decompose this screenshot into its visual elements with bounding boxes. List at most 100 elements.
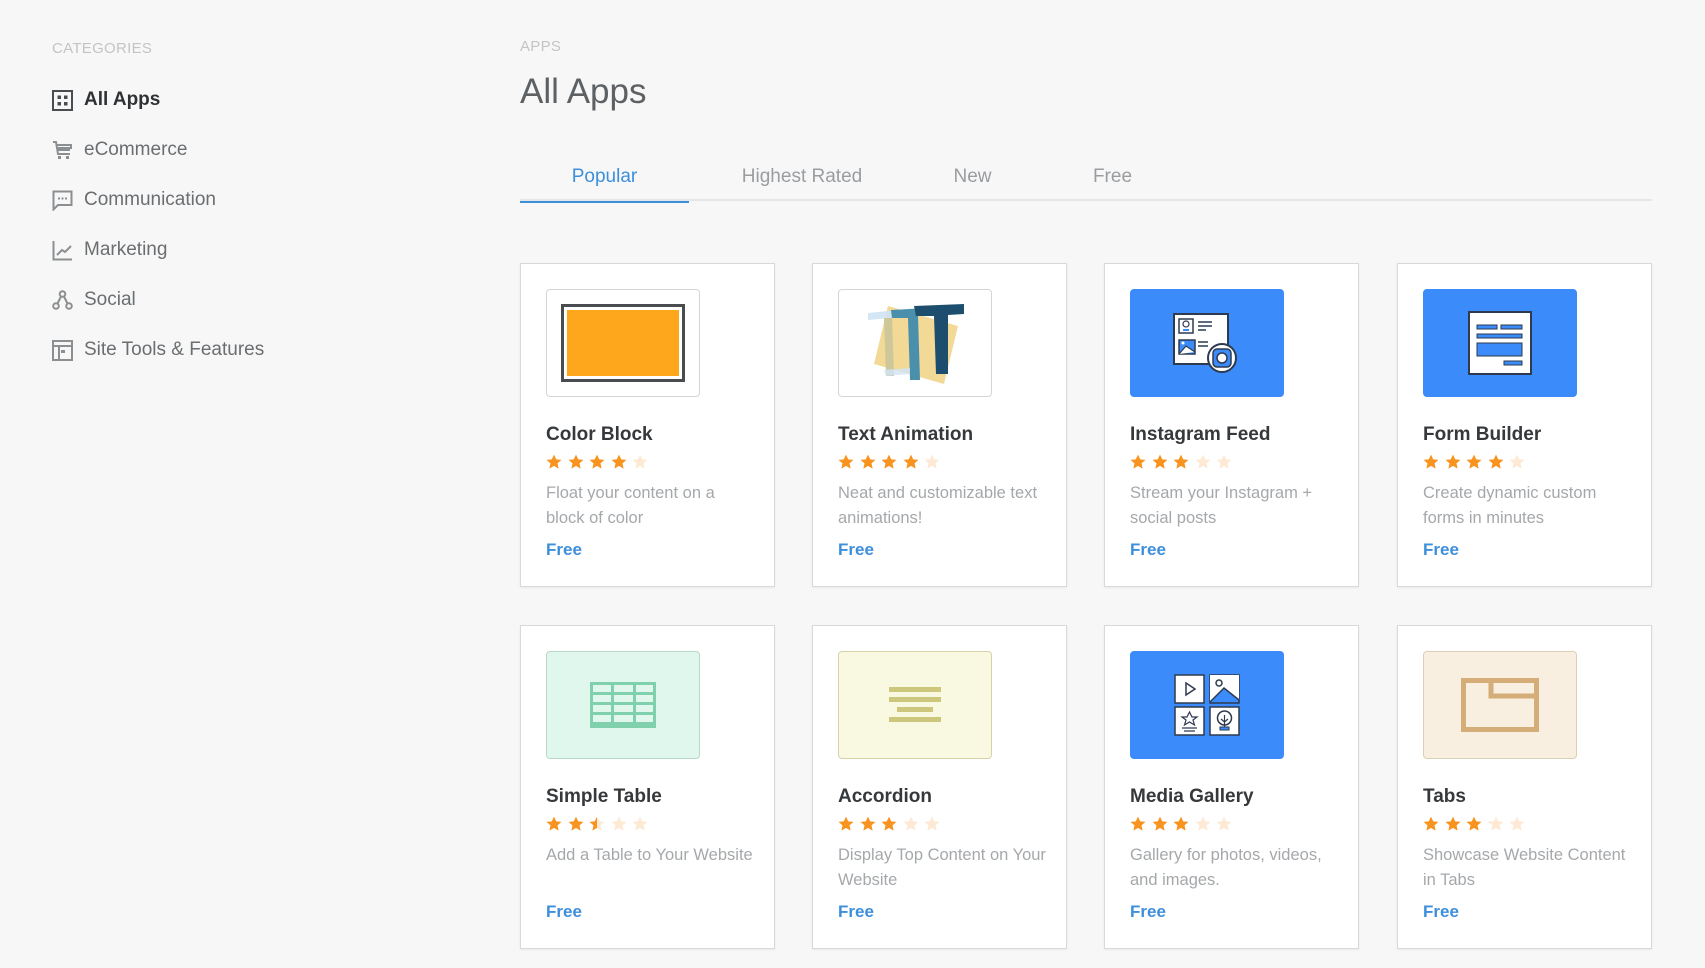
app-card-color-block[interactable]: Color Block Float your content on a bloc… xyxy=(520,263,775,587)
star-icon xyxy=(1173,454,1195,472)
sidebar-item-label: eCommerce xyxy=(84,139,188,160)
star-icon xyxy=(903,454,925,472)
app-card-tabs[interactable]: Tabs Showcase Website Content in Tabs Fr… xyxy=(1397,625,1652,949)
star-icon xyxy=(632,454,654,472)
app-description: Stream your Instagram + social posts xyxy=(1130,484,1313,527)
app-price: Free xyxy=(1423,902,1459,921)
star-icon xyxy=(860,454,882,472)
categories-heading: CATEGORIES xyxy=(52,40,153,57)
app-card-accordion[interactable]: Accordion Display Top Content on Your We… xyxy=(812,625,1067,949)
star-icon xyxy=(1423,454,1445,472)
star-icon xyxy=(632,816,654,834)
star-rating xyxy=(1130,454,1238,472)
star-icon xyxy=(546,816,568,834)
app-description: Float your content on a block of color xyxy=(546,484,715,527)
line-chart-icon xyxy=(52,240,73,261)
star-icon xyxy=(568,816,590,834)
star-icon xyxy=(1216,816,1238,834)
app-price: Free xyxy=(546,540,582,559)
tab-free[interactable]: Free xyxy=(1030,160,1195,201)
sidebar-item-all-apps[interactable]: All Apps xyxy=(52,75,432,125)
star-icon xyxy=(1173,816,1195,834)
tab-highest-rated[interactable]: Highest Rated xyxy=(689,160,915,201)
star-icon xyxy=(1152,816,1174,834)
star-icon xyxy=(568,454,590,472)
star-icon xyxy=(1423,816,1445,834)
star-icon xyxy=(860,816,882,834)
share-nodes-icon xyxy=(52,289,73,311)
app-card-text-animation[interactable]: Text Animation Neat and customizable tex… xyxy=(812,263,1067,587)
star-icon xyxy=(1195,454,1217,472)
table-icon xyxy=(546,651,700,759)
star-icon xyxy=(838,816,860,834)
star-icon xyxy=(1130,454,1152,472)
chat-bubble-icon xyxy=(52,190,73,211)
star-rating xyxy=(546,816,654,834)
sidebar-item-label: Social xyxy=(84,289,136,310)
app-name: Media Gallery xyxy=(1130,786,1254,807)
sidebar-item-site-tools[interactable]: Site Tools & Features xyxy=(52,325,432,375)
app-card-instagram-feed[interactable]: Instagram Feed Stream your Instagram + s… xyxy=(1104,263,1359,587)
text-animation-icon xyxy=(838,289,992,397)
app-card-media-gallery[interactable]: Media Gallery Gallery for photos, videos… xyxy=(1104,625,1359,949)
star-icon xyxy=(546,454,568,472)
star-icon xyxy=(589,454,611,472)
star-rating xyxy=(1423,816,1531,834)
sidebar-item-label: Communication xyxy=(84,189,216,210)
star-icon xyxy=(881,454,903,472)
star-icon xyxy=(1195,816,1217,834)
star-icon xyxy=(1445,454,1467,472)
star-icon xyxy=(1216,454,1238,472)
app-price: Free xyxy=(1423,540,1459,559)
star-icon xyxy=(1466,454,1488,472)
sidebar-item-social[interactable]: Social xyxy=(52,275,432,325)
app-card-form-builder[interactable]: Form Builder Create dynamic custom forms… xyxy=(1397,263,1652,587)
breadcrumb[interactable]: APPS xyxy=(520,38,561,55)
accordion-icon xyxy=(838,651,992,759)
tab-bar: Popular Highest Rated New Free xyxy=(520,160,1652,203)
app-description: Neat and customizable text animations! xyxy=(838,484,1038,527)
tab-new[interactable]: New xyxy=(915,160,1030,201)
app-name: Accordion xyxy=(838,786,932,807)
star-rating xyxy=(838,816,946,834)
star-icon xyxy=(1488,816,1510,834)
star-icon xyxy=(924,816,946,834)
app-description: Add a Table to Your Website xyxy=(546,846,753,864)
app-price: Free xyxy=(1130,540,1166,559)
sidebar: CATEGORIES All Apps eCommerce Communicat… xyxy=(52,40,432,375)
app-name: Instagram Feed xyxy=(1130,424,1271,445)
tab-popular[interactable]: Popular xyxy=(520,160,689,203)
sidebar-item-ecommerce[interactable]: eCommerce xyxy=(52,125,432,175)
sidebar-item-communication[interactable]: Communication xyxy=(52,175,432,225)
sidebar-item-label: Site Tools & Features xyxy=(84,339,265,360)
app-description: Gallery for photos, videos, and images. xyxy=(1130,846,1322,889)
instagram-feed-icon xyxy=(1130,289,1284,397)
star-icon xyxy=(838,454,860,472)
app-name: Tabs xyxy=(1423,786,1466,807)
app-name: Form Builder xyxy=(1423,424,1542,445)
star-rating xyxy=(1130,816,1238,834)
star-icon xyxy=(1445,816,1467,834)
layout-icon xyxy=(52,339,73,361)
star-icon xyxy=(1130,816,1152,834)
app-price: Free xyxy=(1130,902,1166,921)
sidebar-item-label: All Apps xyxy=(84,89,161,110)
star-icon xyxy=(1466,816,1488,834)
grid-icon xyxy=(52,89,73,111)
app-name: Simple Table xyxy=(546,786,662,807)
app-price: Free xyxy=(546,902,582,921)
app-description: Showcase Website Content in Tabs xyxy=(1423,846,1626,889)
cart-icon xyxy=(52,140,73,161)
sidebar-item-marketing[interactable]: Marketing xyxy=(52,225,432,275)
star-icon xyxy=(611,816,633,834)
star-rating xyxy=(838,454,946,472)
app-price: Free xyxy=(838,902,874,921)
star-icon xyxy=(1509,454,1531,472)
app-description: Create dynamic custom forms in minutes xyxy=(1423,484,1597,527)
app-card-simple-table[interactable]: Simple Table Add a Table to Your Website… xyxy=(520,625,775,949)
star-icon xyxy=(1509,816,1531,834)
star-icon xyxy=(903,816,925,834)
star-icon xyxy=(1152,454,1174,472)
sidebar-item-label: Marketing xyxy=(84,239,168,260)
form-builder-icon xyxy=(1423,289,1577,397)
